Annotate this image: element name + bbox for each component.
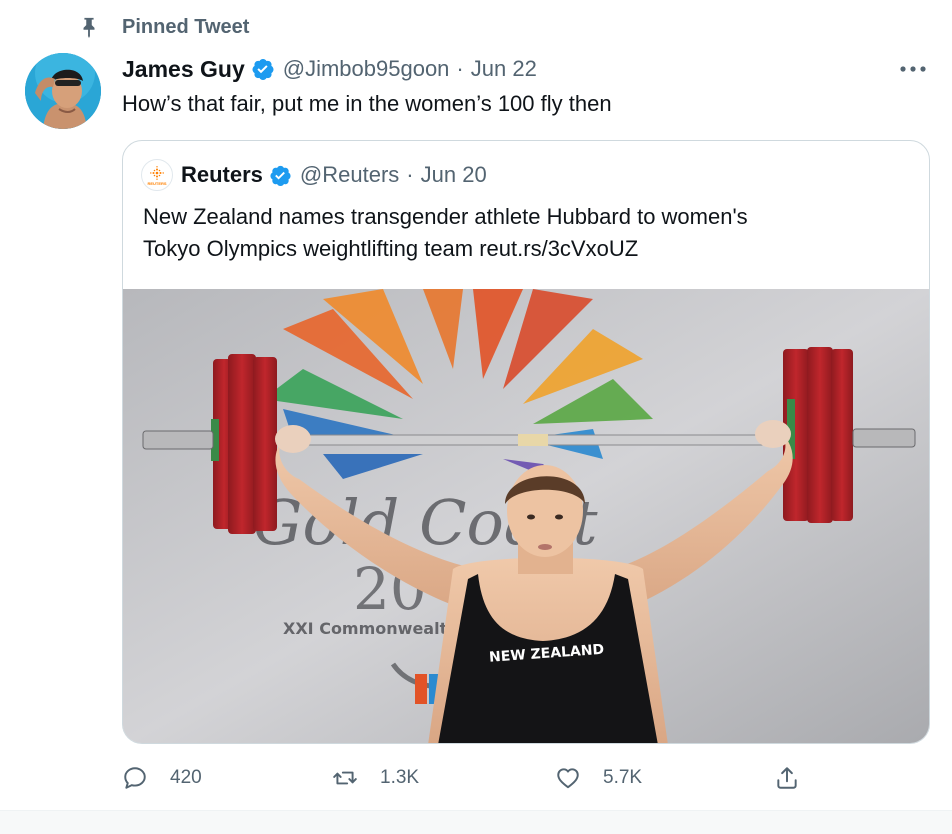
- quote-avatar-text: REUTERS: [147, 180, 167, 186]
- share-icon: [777, 767, 797, 789]
- separator-dot: ·: [406, 162, 414, 187]
- weightlifter-photo: Gold Coast 20 XXI Commonwealth NEW ZEALA…: [123, 289, 929, 743]
- tweet-text: How’s that fair, put me in the women’s 1…: [122, 91, 612, 116]
- avatar-image: [25, 53, 101, 129]
- quoted-tweet-header: REUTERS Reuters @Reuters · Jun 20: [141, 159, 487, 191]
- reply-count: 420: [170, 767, 202, 788]
- more-icon: [900, 66, 926, 72]
- like-count: 5.7K: [603, 767, 643, 788]
- quote-author-handle: @Reuters: [299, 162, 400, 187]
- heart-icon: [557, 768, 579, 789]
- avatar[interactable]: [25, 53, 101, 129]
- separator-dot: ·: [456, 56, 464, 81]
- backdrop-text-3: XXI Commonwealth: [283, 619, 459, 638]
- more-options-button[interactable]: [896, 58, 930, 80]
- retweet-count: 1.3K: [380, 767, 420, 788]
- tweet-actions: 420 1.3K 5.7K: [122, 760, 822, 796]
- quote-media-image[interactable]: Gold Coast 20 XXI Commonwealth NEW ZEALA…: [123, 289, 929, 743]
- pin-icon: [83, 17, 95, 38]
- reply-button[interactable]: 420: [122, 760, 202, 796]
- pinned-indicator: Pinned Tweet: [78, 12, 249, 42]
- reply-icon: [124, 767, 146, 789]
- quote-author-name: Reuters: [181, 162, 263, 187]
- quote-text-line: New Zealand names transgender athlete Hu…: [143, 204, 748, 229]
- pinned-tweet[interactable]: Pinned Tweet James Guy @Jimbob95goon · J…: [0, 0, 952, 834]
- author-name[interactable]: James Guy: [122, 56, 245, 83]
- pinned-label: Pinned Tweet: [122, 16, 250, 38]
- quote-text: New Zealand names transgender athlete Hu…: [143, 201, 913, 265]
- quote-avatar: REUTERS: [141, 159, 173, 191]
- verified-badge-icon: [270, 165, 291, 186]
- quoted-tweet[interactable]: REUTERS Reuters @Reuters · Jun 20 New Ze…: [122, 140, 930, 744]
- quote-text-line: Tokyo Olympics weightlifting team reut.r…: [143, 236, 639, 261]
- tweet-header: James Guy @Jimbob95goon · Jun 22: [122, 54, 537, 84]
- like-button[interactable]: 5.7K: [555, 760, 642, 796]
- retweet-icon: [333, 771, 357, 785]
- share-button[interactable]: [774, 760, 800, 796]
- reuters-logo-icon: [150, 165, 164, 180]
- author-handle[interactable]: @Jimbob95goon: [283, 56, 450, 82]
- quote-date: Jun 20: [420, 162, 487, 187]
- tweet-date[interactable]: Jun 22: [471, 56, 537, 82]
- verified-badge-icon: [252, 59, 274, 80]
- retweet-button[interactable]: 1.3K: [332, 760, 419, 796]
- timeline-divider: [0, 810, 952, 834]
